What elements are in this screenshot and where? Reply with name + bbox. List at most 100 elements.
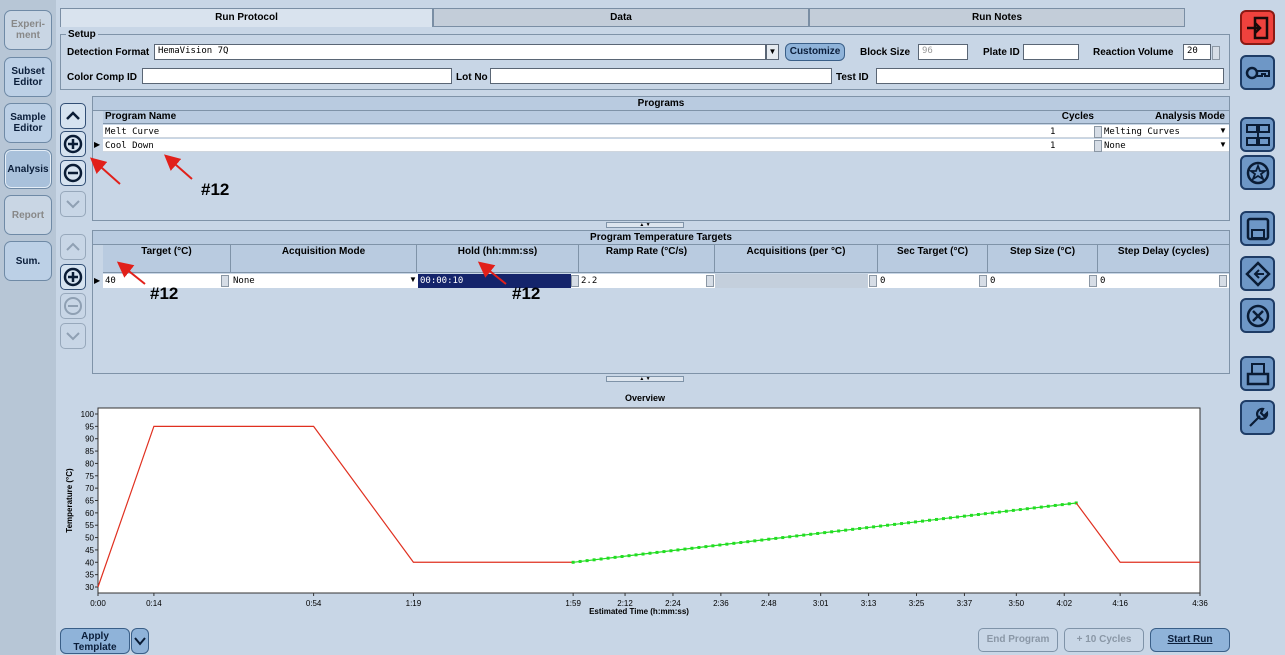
acquisition-point [983, 512, 987, 516]
acquisition-point [732, 541, 736, 545]
acquisition-point [1011, 508, 1015, 512]
y-tick-label: 95 [85, 422, 94, 431]
acquisition-point [914, 520, 918, 524]
acquisition-point [711, 544, 715, 548]
acquisition-point [571, 560, 575, 564]
key-icon [1245, 66, 1270, 79]
acquisition-point [592, 558, 596, 562]
annotation-arrow [163, 154, 193, 180]
acquisition-point [900, 522, 904, 526]
settings-wheel-button[interactable] [1240, 155, 1275, 190]
save-button[interactable] [1240, 211, 1275, 246]
acquisition-point [886, 523, 890, 527]
annotation-arrow [477, 261, 507, 285]
acquisition-point [907, 521, 911, 525]
acquisition-point [802, 533, 806, 537]
start-run-button[interactable]: Start Run [1150, 628, 1230, 652]
acquisition-point [1018, 508, 1022, 512]
acquisition-point [962, 514, 966, 518]
acquisition-point [676, 548, 680, 552]
x-tick-label: 1:19 [406, 599, 422, 608]
x-tick-label: 3:37 [957, 599, 973, 608]
apply-template-button[interactable]: Apply Template [60, 628, 130, 654]
x-tick-label: 4:02 [1056, 599, 1072, 608]
x-tick-label: 4:36 [1192, 599, 1208, 608]
end-program-button[interactable]: End Program [978, 628, 1058, 652]
y-tick-label: 85 [85, 447, 94, 456]
x-tick-label: 1:59 [565, 599, 581, 608]
exit-button[interactable] [1240, 10, 1275, 45]
diamond-arrow-icon [1244, 260, 1271, 287]
key-button[interactable] [1240, 55, 1275, 90]
overview-chart: 30 35 40 45 50 55 60 65 70 75 80 85 90 95 100 0:00 0:14 0… [65, 407, 1208, 616]
acquisition-point [599, 557, 603, 561]
y-tick-label: 40 [85, 558, 94, 567]
acquisition-point [1046, 504, 1050, 508]
annotation-arrow [90, 157, 121, 185]
acquisition-point [893, 522, 897, 526]
acquisition-point [879, 524, 883, 528]
acquisition-point [669, 549, 673, 553]
close-circle-icon [1246, 304, 1269, 327]
acquisition-point [927, 518, 931, 522]
x-tick-label: 3:13 [861, 599, 877, 608]
acquisition-point [1032, 506, 1036, 510]
acquisition-point [816, 531, 820, 535]
acquisition-point [641, 552, 645, 556]
acquisition-point [774, 536, 778, 540]
acquisition-point [627, 554, 631, 558]
acquisition-point [725, 542, 729, 546]
acquisition-point [788, 535, 792, 539]
y-tick-label: 75 [85, 472, 94, 481]
tools-button[interactable] [1240, 400, 1275, 435]
acquisition-point [1053, 503, 1057, 507]
annotation-label: #12 [201, 180, 230, 199]
acquisition-point [858, 527, 862, 531]
acquisition-point [655, 550, 659, 554]
acquisition-point [578, 559, 582, 563]
gear-icon [1246, 161, 1269, 184]
y-axis-label: Temperature (°C) [65, 468, 74, 533]
print-button[interactable] [1240, 356, 1275, 391]
cancel-button[interactable] [1240, 298, 1275, 333]
y-tick-label: 90 [85, 435, 94, 444]
x-tick-label: 0:14 [146, 599, 162, 608]
x-tick-label: 2:48 [761, 599, 777, 608]
acquisition-point [585, 559, 589, 563]
y-tick-label: 100 [81, 410, 95, 419]
exit-icon [1246, 16, 1268, 39]
acquisition-point [606, 556, 610, 560]
acquisition-point [990, 511, 994, 515]
y-tick-label: 45 [85, 546, 94, 555]
y-tick-label: 55 [85, 521, 94, 530]
acquisition-point [746, 540, 750, 544]
navigate-button[interactable] [1240, 256, 1275, 291]
x-axis-label: Estimated Time (h:mm:ss) [589, 607, 689, 616]
x-tick-label: 4:16 [1112, 599, 1128, 608]
acquisition-point [948, 516, 952, 520]
network-icon [1245, 123, 1270, 146]
acquisition-point [620, 555, 624, 559]
acquisition-point [851, 527, 855, 531]
acquisition-point [690, 546, 694, 550]
acquisition-point [613, 555, 617, 559]
acquisition-point [1060, 503, 1064, 507]
acquisition-point [767, 537, 771, 541]
plus-10-cycles-button[interactable]: + 10 Cycles [1064, 628, 1144, 652]
acquisition-point [683, 547, 687, 551]
x-tick-label: 3:25 [909, 599, 925, 608]
acquisition-point [662, 550, 666, 554]
acquisition-point [1004, 509, 1008, 513]
acquisition-point [955, 515, 959, 519]
acquisition-point [997, 510, 1001, 514]
x-tick-label: 3:01 [813, 599, 829, 608]
acquisition-point [697, 545, 701, 549]
apply-template-dropdown[interactable] [131, 628, 149, 654]
acquisition-point [976, 513, 980, 517]
plate-layout-button[interactable] [1240, 117, 1275, 152]
y-tick-label: 80 [85, 459, 94, 468]
y-tick-label: 30 [85, 583, 94, 592]
acquisition-point [865, 526, 869, 530]
plot-area [97, 407, 1201, 594]
acquisition-point [934, 517, 938, 521]
